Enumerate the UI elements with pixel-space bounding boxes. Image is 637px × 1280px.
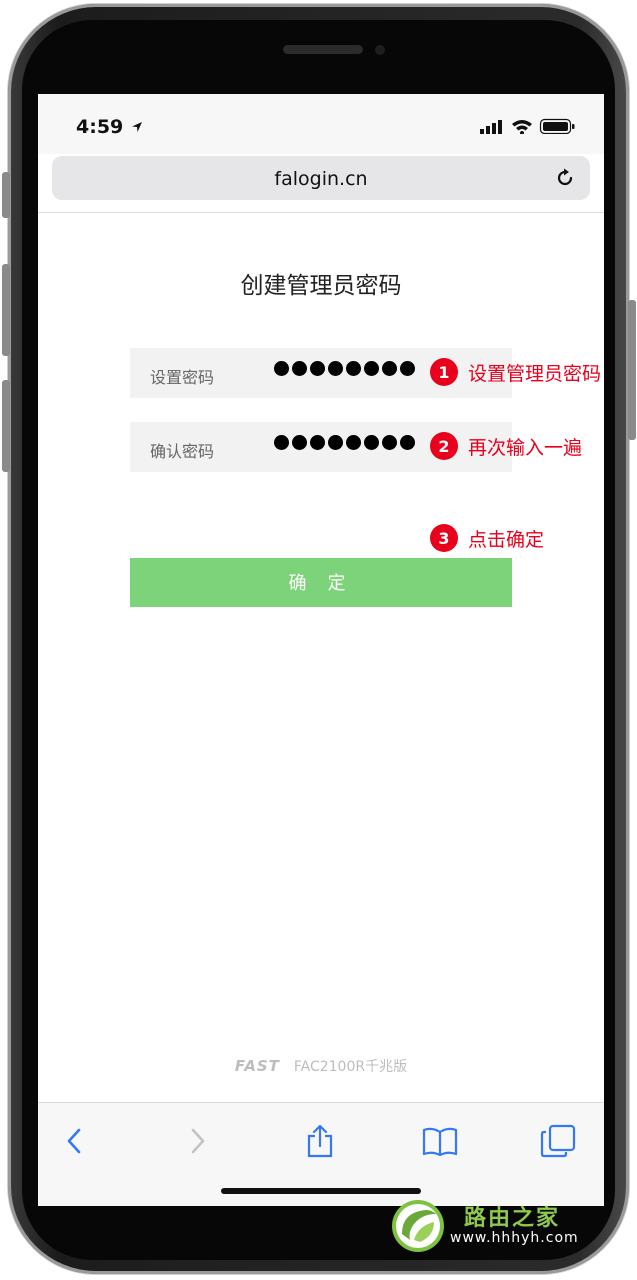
annotation-2: 2 再次输入一遍 [430, 432, 582, 460]
confirm-button[interactable]: 确 定 [130, 558, 512, 607]
annotation-3-text: 点击确定 [468, 528, 545, 551]
annotation-1: 1 设置管理员密码 [430, 358, 601, 386]
bookmarks-button[interactable] [420, 1121, 460, 1161]
volume-up-button [2, 264, 10, 356]
confirm-password-label: 确认密码 [150, 442, 215, 461]
battery-icon [539, 118, 575, 134]
watermark-title: 路由之家 [464, 1206, 561, 1231]
annotation-3-number: 3 [430, 524, 458, 552]
watermark-url: www.hhhyh.com [450, 1230, 579, 1246]
header-divider [38, 212, 604, 213]
watermark: 路由之家 www.hhhyh.com [392, 1198, 612, 1258]
annotation-2-text: 再次输入一遍 [468, 436, 583, 459]
front-camera [375, 45, 385, 55]
tabs-button[interactable] [538, 1121, 578, 1161]
confirm-password-value [274, 435, 415, 450]
annotation-2-number: 2 [430, 432, 458, 460]
back-icon [67, 1128, 81, 1154]
address-bar[interactable]: falogin.cn [52, 156, 590, 200]
cellular-signal-icon [480, 120, 502, 134]
home-indicator[interactable] [221, 1188, 421, 1194]
tabs-icon [540, 1124, 576, 1158]
watermark-logo-icon [392, 1200, 444, 1252]
annotation-1-text: 设置管理员密码 [468, 362, 602, 385]
set-password-label: 设置密码 [150, 368, 215, 387]
brand-logo: FAST [234, 1057, 280, 1075]
share-button[interactable] [300, 1121, 340, 1161]
url-text: falogin.cn [274, 168, 368, 190]
forward-button[interactable] [178, 1121, 218, 1161]
speaker-grille [283, 45, 363, 54]
power-button [628, 300, 636, 440]
bookmarks-icon [422, 1127, 458, 1156]
annotation-1-number: 1 [430, 358, 458, 386]
model-name: FAC2100R千兆版 [293, 1059, 408, 1075]
share-icon [307, 1124, 333, 1158]
reload-icon[interactable] [554, 167, 576, 189]
annotation-3: 3 点击确定 [430, 524, 544, 552]
page-title: 创建管理员密码 [240, 273, 402, 299]
volume-down-button [2, 380, 10, 472]
location-arrow-icon [132, 122, 142, 132]
mute-switch [2, 172, 10, 218]
forward-icon [191, 1128, 205, 1154]
status-time: 4:59 [76, 116, 124, 138]
footer: FAST FAC2100R千兆版 [38, 1056, 604, 1076]
back-button[interactable] [54, 1121, 94, 1161]
wifi-icon [512, 120, 532, 134]
status-bar: 4:59 [38, 94, 604, 154]
set-password-value [274, 361, 415, 376]
status-icons [480, 118, 575, 134]
phone-screen: 4:59 falogin.cn 创建管理员密码 设置密码 确认密码 1 设置管理… [38, 94, 604, 1206]
